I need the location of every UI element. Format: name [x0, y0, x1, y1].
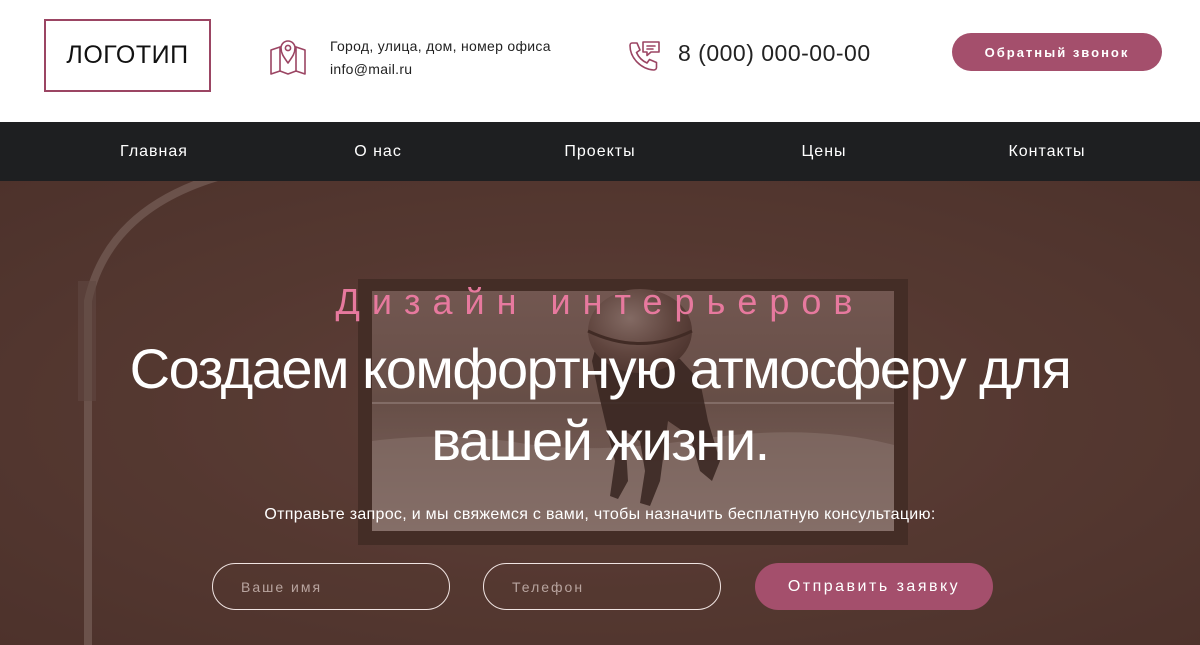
map-pin-icon — [268, 36, 308, 76]
nav-item-prices[interactable]: Цены — [774, 122, 874, 181]
main-nav: Главная О нас Проекты Цены Контакты — [0, 122, 1200, 181]
nav-item-contacts[interactable]: Контакты — [987, 122, 1107, 181]
hero-subtitle: Дизайн интерьеров — [335, 281, 865, 322]
contact-address-block: Город, улица, дом, номер офиса info@mail… — [330, 35, 551, 81]
callback-button[interactable]: Обратный звонок — [952, 33, 1162, 71]
phone-input[interactable] — [483, 563, 721, 610]
submit-request-button[interactable]: Отправить заявку — [755, 563, 993, 610]
hero-title-line-2: вашей жизни. — [431, 409, 770, 472]
hero-section: Дизайн интерьеров Создаем комфортную атм… — [0, 181, 1200, 645]
hero-title: Создаем комфортную атмосферу для вашей ж… — [100, 333, 1100, 477]
hero-description: Отправьте запрос, и мы свяжемся с вами, … — [264, 506, 936, 523]
hero-title-line-1: Создаем комфортную атмосферу для — [129, 337, 1072, 400]
logo[interactable]: ЛОГОТИП — [44, 19, 211, 92]
nav-item-home[interactable]: Главная — [94, 122, 214, 181]
email-link[interactable]: info@mail.ru — [330, 58, 551, 81]
phone-chat-icon — [626, 38, 662, 74]
nav-item-projects[interactable]: Проекты — [540, 122, 660, 181]
name-input[interactable] — [212, 563, 450, 610]
address-text: Город, улица, дом, номер офиса — [330, 38, 551, 54]
nav-item-about[interactable]: О нас — [328, 122, 428, 181]
logo-text: ЛОГОТИП — [66, 41, 189, 69]
site-header: ЛОГОТИП Город, улица, дом, номер офиса i… — [0, 0, 1200, 122]
phone-number[interactable]: 8 (000) 000-00-00 — [678, 40, 871, 67]
